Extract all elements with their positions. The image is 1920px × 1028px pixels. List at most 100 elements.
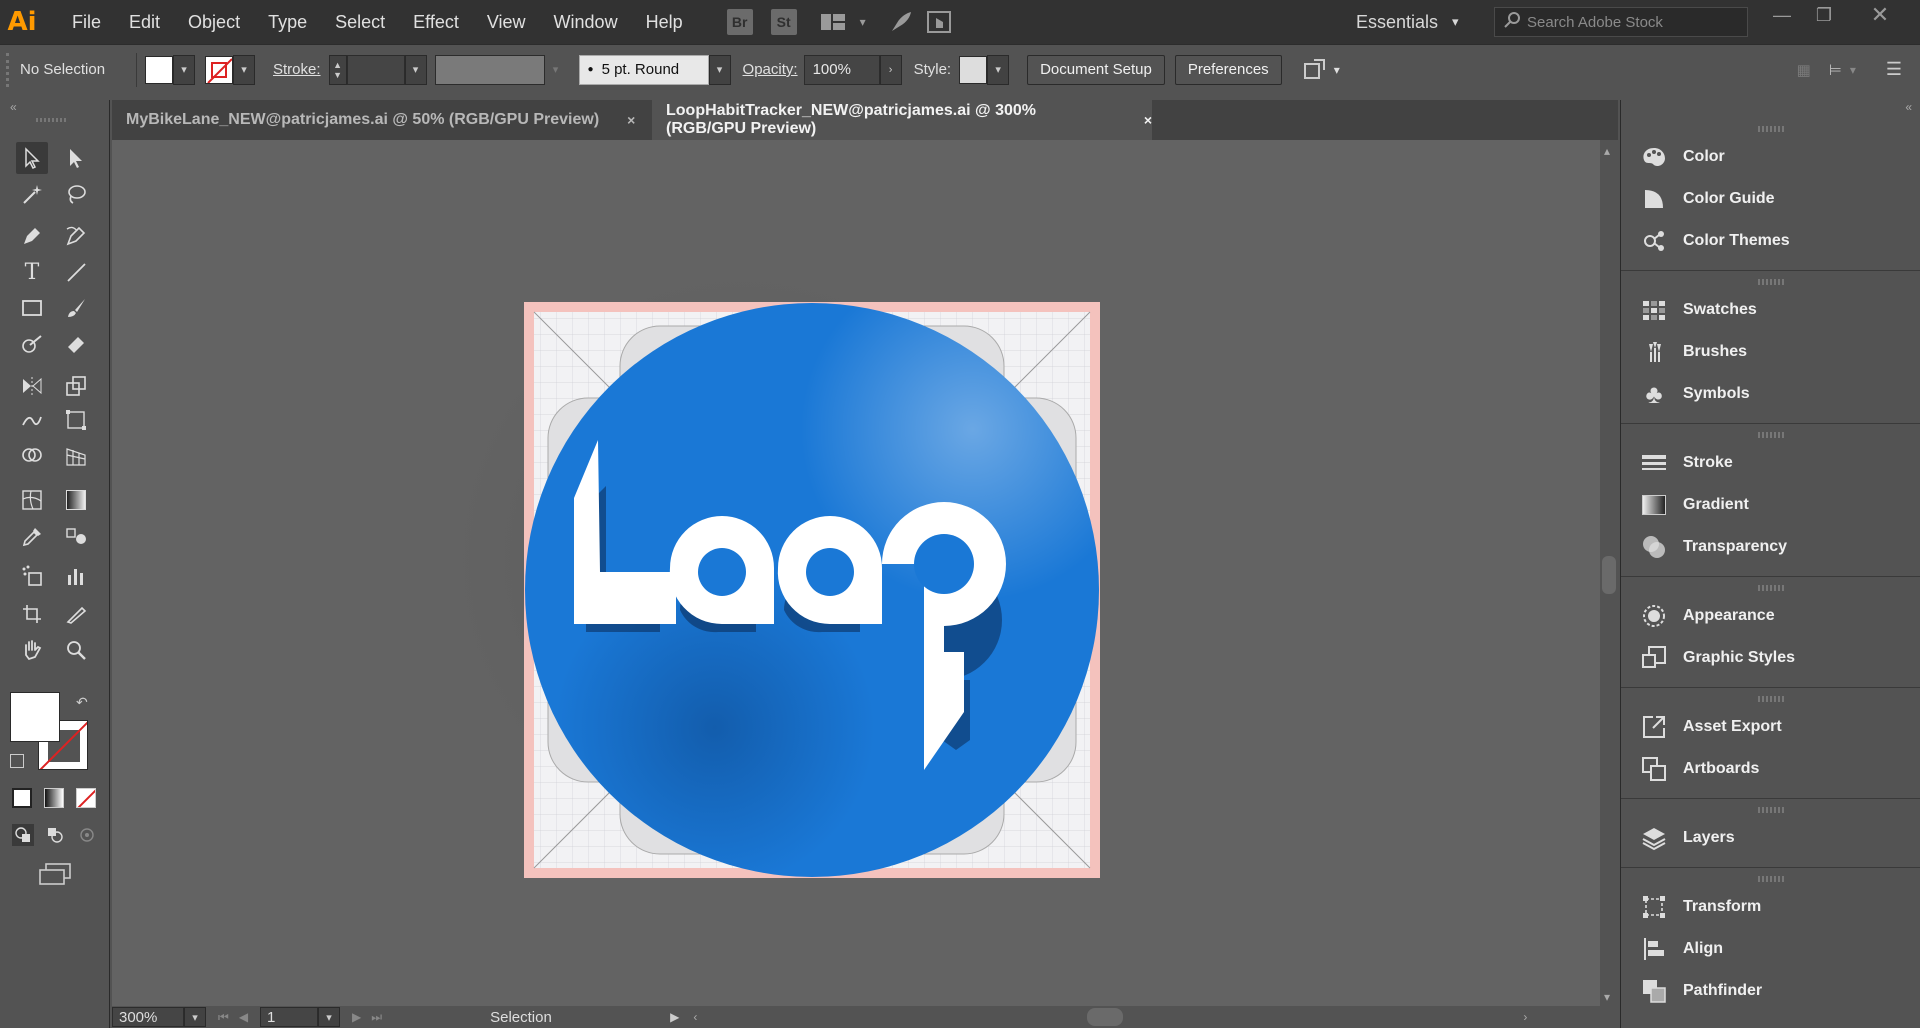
artboard[interactable]: [524, 302, 1100, 878]
panel-menu-icon[interactable]: ☰: [1886, 59, 1902, 80]
canvas-area[interactable]: [112, 140, 1600, 1010]
lasso-tool-icon[interactable]: [60, 178, 92, 210]
panel-symbols[interactable]: ♣ Symbols: [1621, 373, 1920, 415]
workspace-switcher[interactable]: Essentials ▾: [1356, 0, 1459, 44]
previous-artboard-icon[interactable]: ◀: [239, 1010, 248, 1024]
magic-wand-tool-icon[interactable]: [16, 178, 48, 210]
stroke-weight-field[interactable]: [346, 54, 405, 85]
swap-fill-stroke-icon[interactable]: ↶: [76, 694, 88, 711]
menu-edit[interactable]: Edit: [115, 0, 174, 44]
panel-color[interactable]: Color: [1621, 136, 1920, 178]
chevron-down-icon[interactable]: ▾: [1850, 63, 1856, 77]
fill-color-box[interactable]: [10, 692, 60, 742]
zoom-field[interactable]: 300%: [112, 1007, 184, 1027]
column-graph-tool-icon[interactable]: [60, 560, 92, 592]
reflect-tool-icon[interactable]: [16, 370, 48, 402]
vertical-scrollbar[interactable]: ▴ ▾: [1600, 140, 1618, 1010]
stroke-weight-dropdown[interactable]: ▾: [404, 54, 427, 85]
artboard-dropdown[interactable]: ▾: [318, 1007, 341, 1027]
zoom-dropdown[interactable]: ▾: [184, 1007, 206, 1027]
rectangle-tool-icon[interactable]: [16, 292, 48, 324]
scroll-left-icon[interactable]: ‹: [693, 1010, 697, 1024]
bridge-button[interactable]: Br: [726, 9, 753, 35]
default-fill-stroke-icon[interactable]: [10, 754, 24, 768]
scale-tool-icon[interactable]: [60, 370, 92, 402]
stroke-label[interactable]: Stroke:: [273, 61, 321, 78]
draw-inside-icon[interactable]: [76, 824, 98, 846]
status-menu-icon[interactable]: ▶: [670, 1010, 679, 1024]
line-segment-tool-icon[interactable]: [60, 256, 92, 288]
shape-builder-tool-icon[interactable]: [16, 440, 48, 472]
menu-object[interactable]: Object: [174, 0, 254, 44]
menu-view[interactable]: View: [473, 0, 540, 44]
free-transform-tool-icon[interactable]: [60, 404, 92, 436]
type-tool-icon[interactable]: T: [16, 256, 48, 288]
panel-graphic-styles[interactable]: Graphic Styles: [1621, 637, 1920, 679]
brush-dropdown[interactable]: ▾: [708, 54, 731, 85]
transform-options-icon[interactable]: [1300, 56, 1328, 84]
screen-mode-icon[interactable]: [38, 862, 72, 886]
panel-layers[interactable]: Layers: [1621, 817, 1920, 859]
variable-width-profile[interactable]: [434, 54, 545, 85]
slice-tool-icon[interactable]: [60, 598, 92, 630]
panel-gradient[interactable]: Gradient: [1621, 484, 1920, 526]
stroke-swatch[interactable]: [205, 55, 233, 84]
gradient-tool-icon[interactable]: [60, 484, 92, 516]
chevron-down-icon[interactable]: ▾: [1334, 63, 1340, 77]
tab-loophabittracker[interactable]: LoopHabitTracker_NEW@patricjames.ai @ 30…: [652, 100, 1152, 140]
menu-window[interactable]: Window: [540, 0, 632, 44]
panel-color-themes[interactable]: Color Themes: [1621, 220, 1920, 262]
stock-button[interactable]: St: [770, 9, 797, 35]
zoom-tool-icon[interactable]: [60, 634, 92, 666]
panel-brushes[interactable]: Brushes: [1621, 331, 1920, 373]
graphic-style-swatch[interactable]: [959, 55, 988, 84]
align-options-icon[interactable]: ⊨: [1829, 61, 1842, 79]
preferences-button[interactable]: Preferences: [1174, 54, 1282, 85]
draw-normal-icon[interactable]: [12, 824, 34, 846]
eraser-tool-icon[interactable]: [60, 328, 92, 360]
draw-behind-icon[interactable]: [44, 824, 66, 846]
menu-type[interactable]: Type: [254, 0, 321, 44]
panel-asset-export[interactable]: Asset Export: [1621, 706, 1920, 748]
graphic-style-dropdown[interactable]: ▾: [987, 54, 1010, 85]
panel-swatches[interactable]: Swatches: [1621, 289, 1920, 331]
opacity-arrow[interactable]: ›: [879, 54, 902, 85]
minimize-icon[interactable]: —: [1762, 0, 1802, 30]
last-artboard-icon[interactable]: ⏭: [371, 1010, 382, 1025]
brush-definition[interactable]: ● 5 pt. Round: [578, 54, 709, 85]
scroll-thumb[interactable]: [1602, 556, 1616, 594]
opacity-field[interactable]: 100%: [803, 54, 880, 85]
search-adobe-stock-input[interactable]: Search Adobe Stock: [1494, 7, 1748, 37]
chevron-down-icon[interactable]: ▾: [849, 8, 877, 36]
stroke-weight-stepper[interactable]: ▲ ▼: [328, 54, 347, 85]
hand-tool-icon[interactable]: [16, 634, 48, 666]
selection-tool-icon[interactable]: [16, 142, 48, 174]
menu-select[interactable]: Select: [321, 0, 399, 44]
panel-pathfinder[interactable]: Pathfinder: [1621, 970, 1920, 1012]
collapse-panels-icon[interactable]: «: [1905, 100, 1912, 114]
tab-mybikelane[interactable]: MyBikeLane_NEW@patricjames.ai @ 50% (RGB…: [112, 100, 652, 140]
paintbrush-tool-icon[interactable]: [60, 292, 92, 324]
fill-dropdown[interactable]: ▾: [173, 54, 195, 85]
gpu-performance-icon[interactable]: [925, 8, 953, 36]
curvature-tool-icon[interactable]: [60, 220, 92, 252]
close-icon[interactable]: ✕: [1860, 0, 1900, 30]
panel-stroke[interactable]: Stroke: [1621, 442, 1920, 484]
fill-swatch[interactable]: [145, 55, 173, 84]
variable-width-dropdown[interactable]: ▾: [544, 54, 567, 85]
blend-tool-icon[interactable]: [60, 520, 92, 552]
artboard-tool-icon[interactable]: [16, 598, 48, 630]
first-artboard-icon[interactable]: ⏮: [218, 1010, 229, 1025]
symbol-sprayer-tool-icon[interactable]: [16, 560, 48, 592]
color-mode-icon[interactable]: [12, 788, 32, 808]
close-icon[interactable]: ×: [1144, 112, 1152, 128]
panel-transparency[interactable]: Transparency: [1621, 526, 1920, 568]
scroll-down-icon[interactable]: ▾: [1604, 990, 1610, 1004]
direct-selection-tool-icon[interactable]: [60, 142, 92, 174]
opacity-label[interactable]: Opacity:: [743, 61, 798, 78]
arrange-documents-icon[interactable]: [819, 8, 847, 36]
warp-tool-icon[interactable]: [16, 404, 48, 436]
pen-tool-icon[interactable]: [16, 220, 48, 252]
menu-file[interactable]: File: [58, 0, 115, 44]
align-grid-icon[interactable]: ▦: [1797, 61, 1811, 79]
